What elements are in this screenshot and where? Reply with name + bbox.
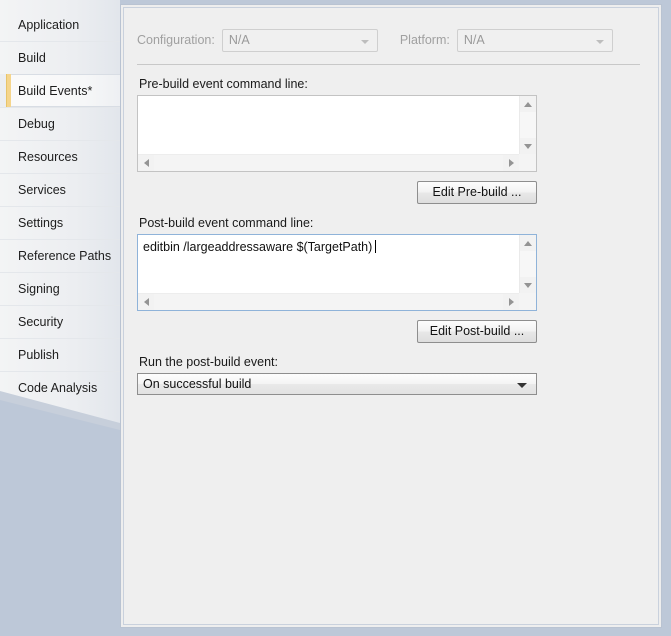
sidebar-item-code-analysis[interactable]: Code Analysis <box>0 371 120 404</box>
sidebar-item-label: Application <box>18 18 80 32</box>
prebuild-vertical-scrollbar[interactable] <box>519 96 536 154</box>
configuration-dropdown: N/A <box>221 28 378 52</box>
sidebar-item-label: Build <box>18 51 46 65</box>
scrollbar-corner <box>519 293 536 310</box>
configuration-value: N/A <box>228 32 250 47</box>
sidebar-item-publish[interactable]: Publish <box>0 338 120 371</box>
postbuild-button-row: Edit Post-build ... <box>137 320 537 343</box>
configuration-row: Configuration: N/A Platform: N/A <box>137 28 642 52</box>
sidebar-item-signing[interactable]: Signing <box>0 272 120 305</box>
scroll-down-arrow-icon[interactable] <box>520 277 536 293</box>
sidebar-item-label: Code Analysis <box>18 381 98 395</box>
sidebar-item-resources[interactable]: Resources <box>0 140 120 173</box>
postbuild-horizontal-scrollbar[interactable] <box>138 293 519 310</box>
sidebar-item-application[interactable]: Application <box>0 8 120 41</box>
sidebar-item-label: Services <box>18 183 66 197</box>
sidebar-item-list: Application Build Build Events* Debug Re… <box>0 8 120 404</box>
chevron-down-icon <box>360 39 369 44</box>
sidebar-item-services[interactable]: Services <box>0 173 120 206</box>
sidebar-item-label: Publish <box>18 348 59 362</box>
sidebar-item-label: Resources <box>18 150 78 164</box>
platform-label: Platform: <box>399 33 450 47</box>
scroll-up-arrow-icon[interactable] <box>520 235 536 251</box>
sidebar-item-debug[interactable]: Debug <box>0 107 120 140</box>
scroll-down-arrow-icon[interactable] <box>520 138 536 154</box>
sidebar-item-settings[interactable]: Settings <box>0 206 120 239</box>
postbuild-textarea[interactable]: editbin /largeaddressaware $(TargetPath) <box>137 234 537 311</box>
run-postbuild-dropdown[interactable]: On successful build <box>137 373 537 395</box>
sidebar-item-label: Debug <box>18 117 55 131</box>
configuration-label: Configuration: <box>137 33 215 47</box>
prebuild-button-row: Edit Pre-build ... <box>137 181 537 204</box>
prebuild-horizontal-scrollbar[interactable] <box>138 154 519 171</box>
prebuild-textarea[interactable] <box>137 95 537 172</box>
edit-postbuild-button[interactable]: Edit Post-build ... <box>417 320 537 343</box>
header-divider <box>137 64 640 65</box>
postbuild-label: Post-build event command line: <box>139 216 314 230</box>
sidebar-item-label: Reference Paths <box>18 249 112 263</box>
sidebar-item-build-events[interactable]: Build Events* <box>0 74 120 107</box>
properties-panel-inner: Configuration: N/A Platform: N/A Pre-bui… <box>123 7 659 625</box>
sidebar-item-label: Build Events* <box>18 84 93 98</box>
sidebar-item-label: Signing <box>18 282 60 296</box>
build-events-page: Configuration: N/A Platform: N/A Pre-bui… <box>124 8 658 624</box>
sidebar-item-label: Security <box>18 315 64 329</box>
postbuild-text-value: editbin /largeaddressaware $(TargetPath) <box>143 240 373 254</box>
category-sidebar: Application Build Build Events* Debug Re… <box>0 0 120 636</box>
prebuild-label: Pre-build event command line: <box>139 77 308 91</box>
chevron-down-icon <box>595 39 604 44</box>
edit-prebuild-button[interactable]: Edit Pre-build ... <box>417 181 537 204</box>
run-postbuild-value: On successful build <box>143 377 252 391</box>
sidebar-item-reference-paths[interactable]: Reference Paths <box>0 239 120 272</box>
sidebar-item-security[interactable]: Security <box>0 305 120 338</box>
scrollbar-corner <box>519 154 536 171</box>
scroll-left-arrow-icon[interactable] <box>138 155 154 171</box>
sidebar-item-build[interactable]: Build <box>0 41 120 74</box>
platform-dropdown: N/A <box>456 28 613 52</box>
chevron-down-icon <box>517 383 527 388</box>
postbuild-text-line: editbin /largeaddressaware $(TargetPath) <box>143 239 516 255</box>
sidebar-item-label: Settings <box>18 216 64 230</box>
run-postbuild-label: Run the post-build event: <box>139 355 278 369</box>
scroll-right-arrow-icon[interactable] <box>503 155 519 171</box>
postbuild-vertical-scrollbar[interactable] <box>519 235 536 293</box>
platform-value: N/A <box>463 32 485 47</box>
scroll-up-arrow-icon[interactable] <box>520 96 536 112</box>
scroll-right-arrow-icon[interactable] <box>503 294 519 310</box>
scroll-left-arrow-icon[interactable] <box>138 294 154 310</box>
text-caret <box>375 240 377 253</box>
properties-main-panel: Configuration: N/A Platform: N/A Pre-bui… <box>120 4 662 628</box>
